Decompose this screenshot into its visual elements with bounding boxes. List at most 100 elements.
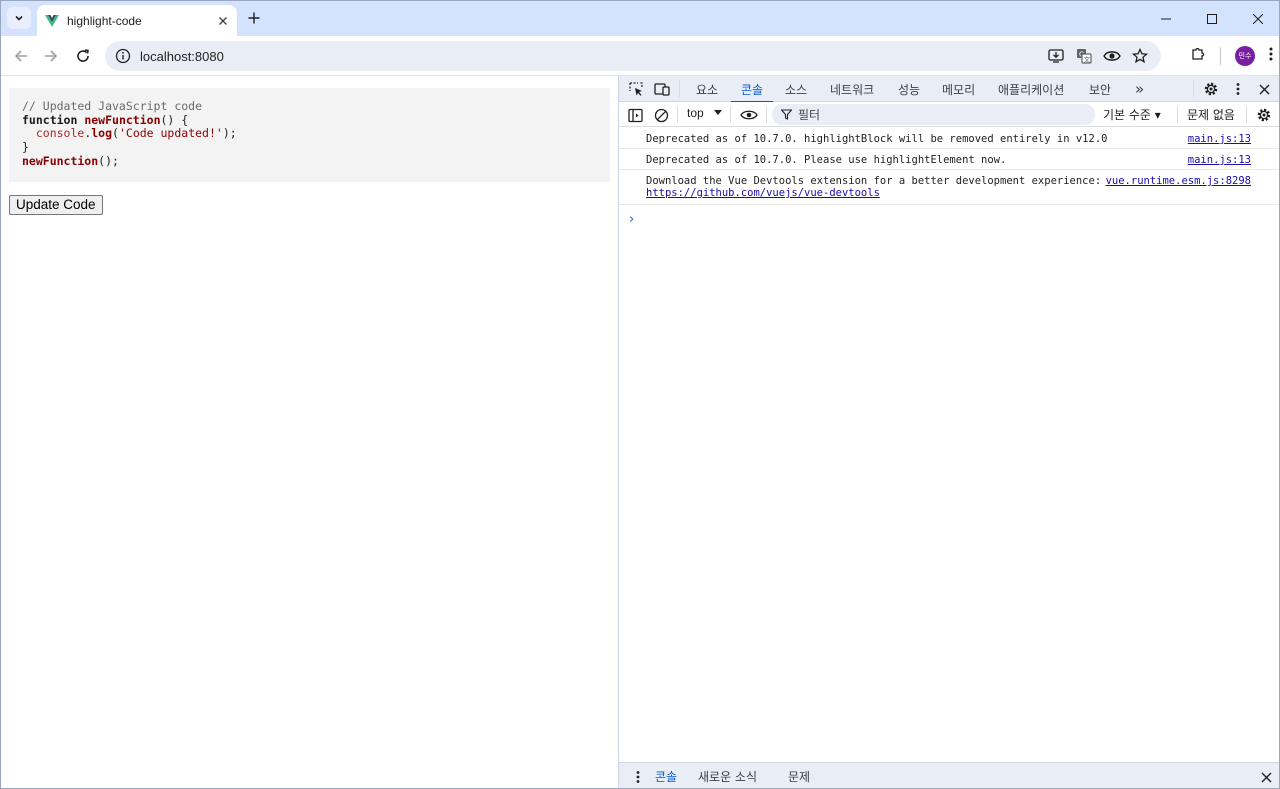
drawer-tab-whats-new[interactable]: 새로운 소식 [698,763,757,788]
drawer-tab-issues[interactable]: 문제 [788,763,810,788]
devtools-extension-link[interactable]: https://github.com/vuejs/vue-devtools [646,187,880,199]
filter-funnel-icon [781,109,792,120]
address-bar-actions: G文 [1047,41,1149,71]
toolbar-divider [730,106,731,123]
browser-tab[interactable]: highlight-code [37,5,237,36]
console-message: Deprecated as of 10.7.0. highlightBlock … [619,128,1279,149]
live-expression-eye-icon[interactable] [738,106,760,124]
close-tab-icon[interactable] [213,11,233,31]
log-levels-dropdown[interactable]: 기본 수준 ▾ [1103,106,1161,123]
dropdown-arrow-icon [713,110,722,115]
devtools-menu-icon[interactable] [1229,80,1247,98]
install-app-icon[interactable] [1047,47,1065,65]
code-line: function newFunction() { [22,112,610,128]
console-message-text: Deprecated as of 10.7.0. highlightBlock … [646,133,1108,145]
device-toolbar-icon[interactable] [653,80,671,98]
console-source-link[interactable]: main.js:13 [1188,133,1251,145]
tab-memory[interactable]: 메모리 [942,76,975,102]
toolbar-divider [1177,106,1178,123]
vue-logo-icon [45,14,59,28]
tab-performance[interactable]: 성능 [898,76,920,102]
tab-sources[interactable]: 소스 [785,76,807,102]
code-string: 'Code updated!' [118,126,223,141]
drawer-menu-icon[interactable] [629,768,647,786]
toolbar-divider [1220,47,1221,65]
bookmark-star-icon[interactable] [1131,47,1149,65]
console-toolbar: top 필터 기본 수준 ▾ 문제 없음 [619,102,1279,127]
code-line: console.log('Code updated!'); [22,127,610,141]
url-text[interactable]: localhost:8080 [140,49,224,64]
menu-kebab-icon[interactable] [1269,46,1273,66]
issues-counter[interactable]: 문제 없음 [1187,106,1235,123]
toolbar-divider [766,106,767,123]
console-message: Deprecated as of 10.7.0. Please use high… [619,149,1279,170]
inspect-element-icon[interactable] [627,80,645,98]
devtools-drawer: 콘솔 새로운 소식 문제 [619,762,1279,788]
console-source-link[interactable]: vue.runtime.esm.js:8298 [1106,175,1251,187]
tab-search-button[interactable] [7,7,31,29]
console-message: Download the Vue Devtools extension for … [619,170,1279,205]
code-function-call: newFunction [22,153,99,168]
filter-placeholder: 필터 [798,108,821,122]
page-content: // Updated JavaScript code function newF… [1,76,618,788]
profile-avatar[interactable]: 민수 [1235,46,1255,66]
new-tab-button[interactable] [244,8,264,28]
arrow-left-icon [14,50,27,62]
maximize-button[interactable] [1189,1,1235,36]
toolbar-right: 민수 [1190,44,1273,68]
console-source-link[interactable]: main.js:13 [1188,154,1251,166]
tab-title: highlight-code [67,13,142,28]
tab-strip: highlight-code [1,1,1279,36]
code-block: // Updated JavaScript code function newF… [9,88,610,182]
site-info-icon[interactable] [115,48,131,64]
chevron-down-icon [15,15,23,21]
tab-console[interactable]: 콘솔 [730,76,774,103]
address-bar[interactable]: localhost:8080 G文 [105,41,1161,71]
sidebar-toggle-icon[interactable] [626,106,644,124]
tab-security[interactable]: 보안 [1089,76,1111,102]
tab-elements[interactable]: 요소 [696,76,718,102]
toolbar-divider [1246,106,1247,123]
translate-icon[interactable]: G文 [1075,47,1093,65]
code-line: // Updated JavaScript code [22,99,610,114]
close-window-button[interactable] [1235,1,1279,36]
console-prompt-chevron[interactable]: › [629,212,634,227]
svg-text:文: 文 [1084,55,1091,64]
minimize-icon [1161,18,1171,19]
context-selector[interactable]: top [687,106,722,120]
eye-icon[interactable] [1103,47,1121,65]
minimize-button[interactable] [1143,1,1189,36]
tab-network[interactable]: 네트워크 [830,76,874,102]
code-punctuation: ( [112,126,119,141]
toolbar-divider [677,106,678,123]
code-line: newFunction(); [22,153,610,169]
reload-button[interactable] [71,44,95,68]
console-settings-gear-icon[interactable] [1255,106,1273,124]
context-label: top [687,106,704,120]
code-punctuation: (); [98,153,119,168]
maximize-icon [1207,13,1217,24]
console-message-body: Download the Vue Devtools extension for … [646,175,1102,187]
more-tabs-button[interactable]: » [1135,76,1144,102]
code-function-name: newFunction [84,112,161,127]
console-message-text: Download the Vue Devtools extension for … [646,175,1101,199]
clear-console-icon[interactable] [652,106,670,124]
close-devtools-icon[interactable] [1255,80,1273,98]
settings-gear-icon[interactable] [1202,80,1220,98]
back-button[interactable] [9,44,33,68]
code-line: } [22,140,610,155]
drawer-tab-console[interactable]: 콘솔 [655,763,677,788]
extensions-icon[interactable] [1190,46,1206,66]
toolbar-divider [1193,80,1194,97]
console-filter-input[interactable]: 필터 [772,104,1095,125]
console-message-text: Deprecated as of 10.7.0. Please use high… [646,154,1007,166]
forward-button[interactable] [39,44,63,68]
toolbar-divider [679,80,680,97]
update-code-button[interactable]: Update Code [9,195,103,215]
browser-window: highlight-code localhost:8080 文 민수 // Up… [0,0,1280,789]
code-comment: // Updated JavaScript code [22,99,203,113]
tab-application[interactable]: 애플리케이션 [998,76,1064,102]
close-icon [1253,13,1263,24]
window-controls [1143,1,1279,36]
close-drawer-icon[interactable] [1257,768,1275,786]
